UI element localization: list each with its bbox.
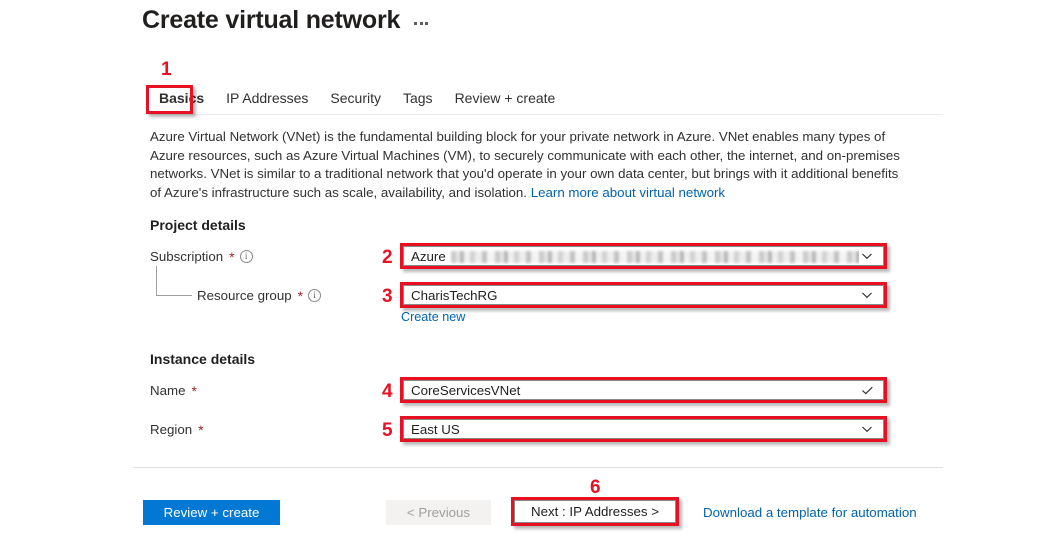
- review-create-button[interactable]: Review + create: [143, 500, 280, 525]
- resource-group-label-text: Resource group: [197, 288, 292, 303]
- info-icon[interactable]: i: [308, 289, 322, 302]
- download-template-link[interactable]: Download a template for automation: [703, 505, 917, 520]
- region-dropdown[interactable]: East US: [403, 419, 884, 439]
- required-asterisk: *: [198, 421, 204, 438]
- tab-ip-addresses[interactable]: IP Addresses: [215, 84, 319, 113]
- title-row: Create virtual network: [142, 4, 429, 36]
- tab-underline: [148, 114, 943, 115]
- annotation-box-4-name: CoreServicesVNet: [400, 377, 887, 403]
- redacted-subscription-name: [450, 250, 859, 263]
- name-label-text: Name: [150, 383, 186, 398]
- create-new-resource-group-link[interactable]: Create new: [401, 310, 465, 324]
- tab-security[interactable]: Security: [319, 84, 392, 113]
- annotation-box-3-resource-group: CharisTechRG: [400, 282, 887, 308]
- annotation-box-2-subscription: Azure: [400, 243, 887, 269]
- annotation-box-6-next-button: Next : IP Addresses >: [511, 497, 679, 526]
- checkmark-icon: [859, 382, 875, 398]
- required-asterisk: *: [229, 248, 235, 265]
- footer-divider: [133, 467, 943, 468]
- tab-bar: Basics IP Addresses Security Tags Review…: [148, 84, 566, 113]
- learn-more-link[interactable]: Learn more about virtual network: [531, 185, 725, 200]
- resource-group-value: CharisTechRG: [411, 287, 498, 303]
- subscription-label-text: Subscription: [150, 249, 224, 264]
- name-value: CoreServicesVNet: [411, 382, 521, 398]
- subscription-value: Azure: [411, 249, 859, 264]
- chevron-down-icon[interactable]: [859, 287, 875, 303]
- section-heading-instance-details: Instance details: [150, 351, 256, 367]
- annotation-number-5: 5: [382, 420, 393, 441]
- tab-review-create[interactable]: Review + create: [444, 84, 567, 113]
- resource-group-dropdown[interactable]: CharisTechRG: [403, 285, 884, 305]
- subscription-label: Subscription * i: [150, 249, 253, 264]
- annotation-box-1-basics-tab: [146, 85, 193, 114]
- annotation-box-5-region: East US: [400, 416, 887, 442]
- annotation-number-6: 6: [590, 477, 601, 498]
- resource-group-label: Resource group * i: [197, 287, 322, 304]
- tab-tags[interactable]: Tags: [392, 84, 444, 113]
- create-virtual-network-page: Create virtual network Basics IP Address…: [0, 0, 1062, 537]
- name-label: Name *: [150, 383, 197, 398]
- region-label: Region *: [150, 422, 204, 437]
- annotation-number-4: 4: [382, 381, 393, 402]
- annotation-number-1: 1: [161, 59, 172, 80]
- annotation-number-2: 2: [382, 247, 393, 268]
- next-ip-addresses-button[interactable]: Next : IP Addresses >: [514, 500, 676, 523]
- previous-button: < Previous: [386, 500, 491, 525]
- more-options-icon[interactable]: [414, 6, 429, 34]
- subscription-dropdown[interactable]: Azure: [403, 246, 884, 266]
- chevron-down-icon[interactable]: [859, 248, 875, 264]
- dot-1: [414, 22, 418, 25]
- description-paragraph: Azure Virtual Network (VNet) is the fund…: [150, 128, 902, 202]
- region-label-text: Region: [150, 422, 193, 437]
- description-text: Azure Virtual Network (VNet) is the fund…: [150, 129, 900, 200]
- subscription-value-prefix: Azure: [411, 248, 446, 264]
- region-value: East US: [411, 421, 460, 437]
- chevron-down-icon[interactable]: [859, 421, 875, 437]
- section-heading-project-details: Project details: [150, 217, 246, 233]
- annotation-number-3: 3: [382, 286, 393, 307]
- required-asterisk: *: [297, 287, 304, 304]
- dot-2: [419, 22, 423, 25]
- dot-3: [425, 22, 429, 25]
- required-asterisk: *: [191, 382, 197, 399]
- info-icon[interactable]: i: [239, 250, 253, 263]
- name-input[interactable]: CoreServicesVNet: [403, 380, 884, 400]
- hierarchy-connector-line: [156, 266, 192, 296]
- page-title: Create virtual network: [142, 6, 401, 34]
